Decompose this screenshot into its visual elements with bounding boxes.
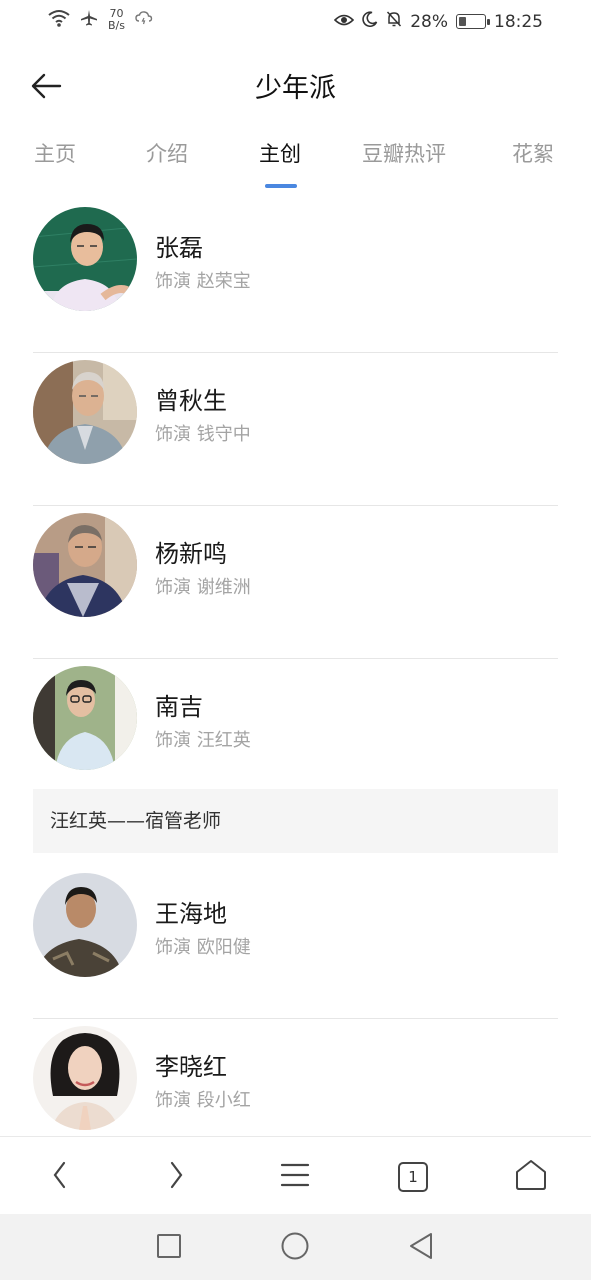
- actor-name: 杨新鸣: [155, 540, 227, 568]
- avatar: [33, 873, 137, 977]
- battery-level-fill: [459, 17, 466, 26]
- role-text: 饰演 欧阳健: [155, 937, 251, 958]
- tabs-icon: 1: [397, 1161, 429, 1193]
- tab-cast[interactable]: 主创: [259, 138, 301, 168]
- role-text: 饰演 赵荣宝: [155, 271, 251, 292]
- role-text: 饰演 汪红英: [155, 730, 251, 751]
- home-icon: [514, 1158, 548, 1196]
- tab-behind-scenes[interactable]: 花絮: [512, 138, 554, 168]
- bell-off-icon: [386, 10, 402, 33]
- tab-intro[interactable]: 介绍: [146, 138, 188, 168]
- list-item[interactable]: 王海地 饰演 欧阳健: [33, 866, 558, 1019]
- triangle-back-icon: [408, 1232, 434, 1264]
- wifi-icon: [48, 9, 70, 31]
- cast-list: 张磊 饰演 赵荣宝 曾秋生 饰演 钱守中 杨新鸣 饰演 谢维洲 南吉 饰演 汪红…: [33, 200, 558, 1172]
- browser-toolbar: 1: [0, 1136, 591, 1214]
- eye-icon: [334, 12, 355, 32]
- role-note: 汪红英——宿管老师: [33, 789, 558, 853]
- avatar: [33, 1026, 137, 1130]
- list-item[interactable]: 杨新鸣 饰演 谢维洲: [33, 506, 558, 659]
- menu-icon: [280, 1161, 310, 1193]
- page-title: 少年派: [255, 73, 336, 104]
- circle-icon: [280, 1231, 310, 1265]
- system-navigation-bar: [0, 1214, 591, 1280]
- avatar: [33, 666, 137, 770]
- chevron-right-icon: [166, 1160, 186, 1194]
- clock: 18:25: [494, 11, 543, 32]
- role-text: 饰演 段小红: [155, 1090, 251, 1111]
- avatar: [33, 360, 137, 464]
- tab-home[interactable]: 主页: [34, 138, 76, 168]
- role-text: 饰演 谢维洲: [155, 577, 251, 598]
- chevron-left-icon: [50, 1160, 70, 1194]
- tab-active-indicator: [265, 184, 297, 188]
- battery-percent: 28%: [410, 11, 448, 32]
- list-item[interactable]: 张磊 饰演 赵荣宝: [33, 200, 558, 353]
- list-item[interactable]: 曾秋生 饰演 钱守中: [33, 353, 558, 506]
- browser-forward-button[interactable]: [156, 1157, 196, 1197]
- square-icon: [156, 1233, 182, 1263]
- actor-name: 李晓红: [155, 1053, 227, 1081]
- moon-icon: [362, 11, 378, 32]
- browser-tabs-button[interactable]: 1: [393, 1157, 433, 1197]
- tab-count: 1: [408, 1168, 418, 1186]
- browser-menu-button[interactable]: [275, 1157, 315, 1197]
- airplane-icon: [80, 9, 98, 31]
- actor-name: 曾秋生: [155, 387, 227, 415]
- system-home-button[interactable]: [277, 1230, 313, 1266]
- role-text: 饰演 钱守中: [155, 424, 251, 445]
- network-speed: 70 B/s: [108, 7, 125, 32]
- avatar: [33, 207, 137, 311]
- tab-bar: 主页 介绍 主创 豆瓣热评 花絮: [0, 130, 591, 190]
- actor-name: 南吉: [155, 693, 203, 721]
- weather-icon: [135, 10, 153, 30]
- actor-name: 张磊: [155, 234, 203, 262]
- actor-name: 王海地: [155, 900, 227, 928]
- browser-home-button[interactable]: [511, 1157, 551, 1197]
- status-bar: 70 B/s 28% 18:25: [0, 0, 591, 44]
- avatar: [33, 513, 137, 617]
- tab-douban-reviews[interactable]: 豆瓣热评: [362, 138, 446, 168]
- battery-icon: [456, 14, 490, 29]
- list-item[interactable]: 南吉 饰演 汪红英 汪红英——宿管老师: [33, 659, 558, 853]
- system-back-button[interactable]: [403, 1230, 439, 1266]
- recents-button[interactable]: [151, 1230, 187, 1266]
- browser-back-button[interactable]: [40, 1157, 80, 1197]
- title-bar: 少年派: [0, 52, 591, 118]
